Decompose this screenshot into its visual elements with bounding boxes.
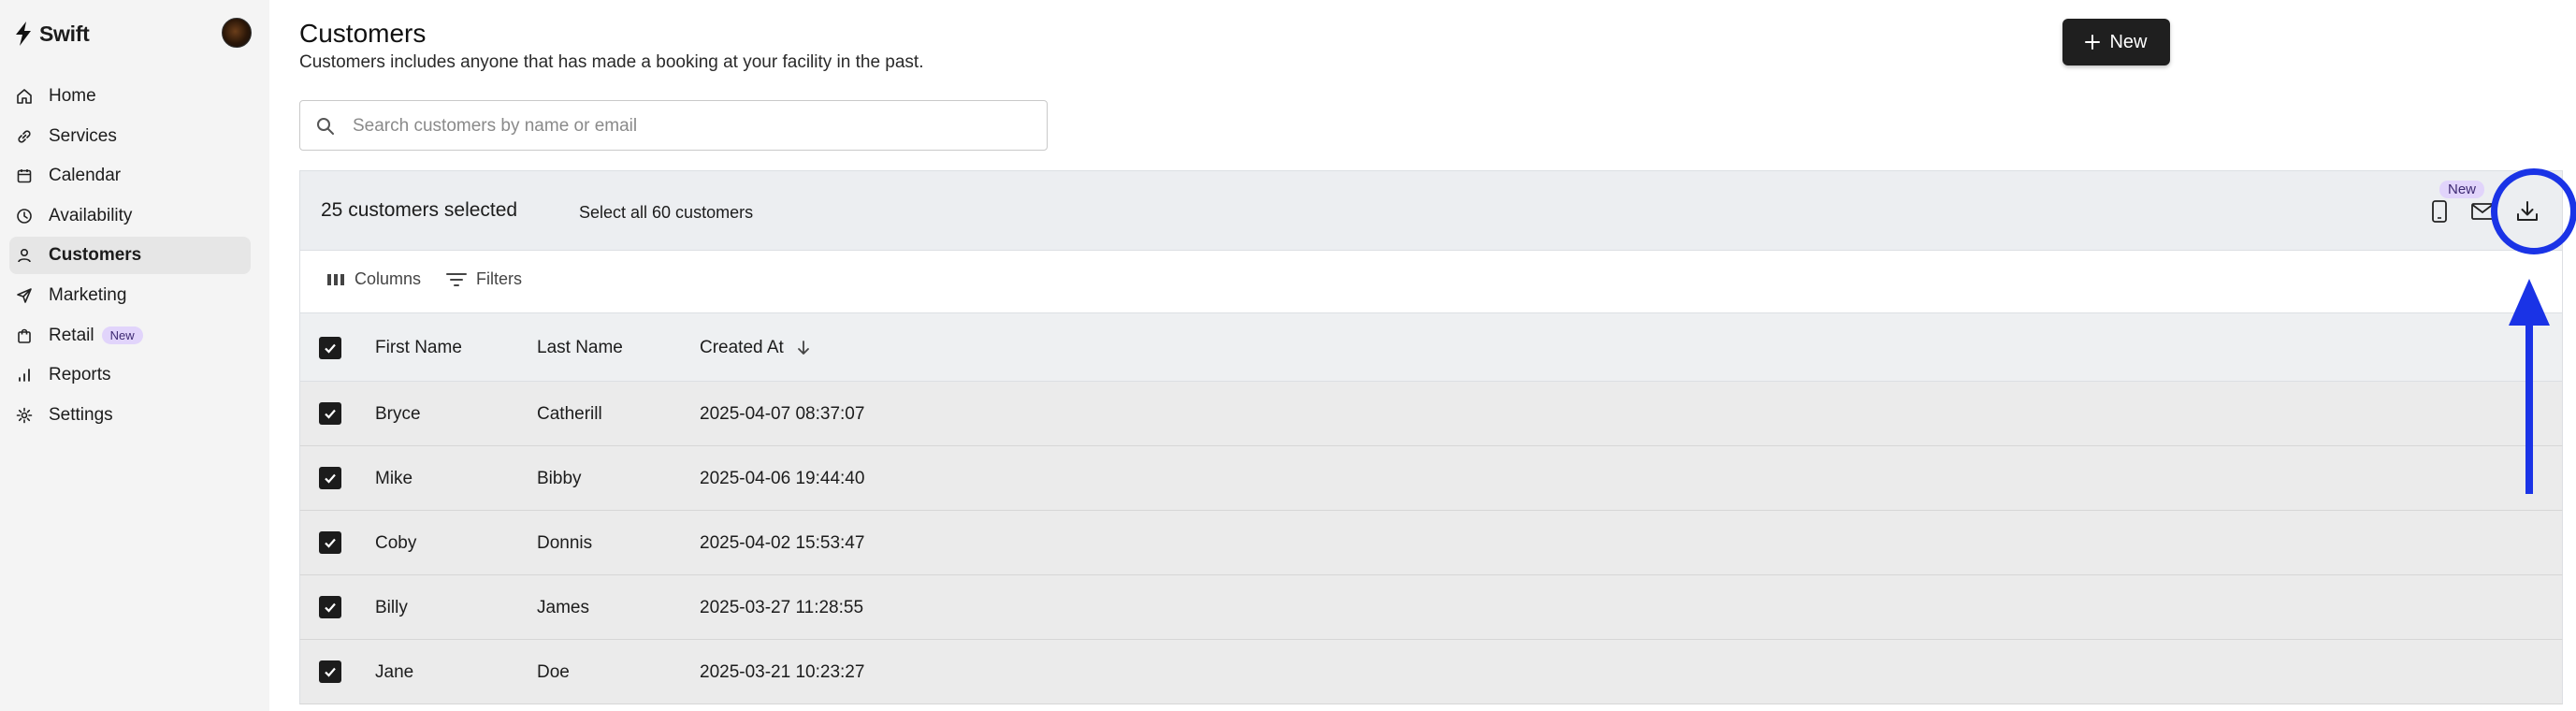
checkmark-icon [325,667,336,677]
brand[interactable]: Swift [13,21,90,47]
sidebar-item-label: Marketing [49,284,127,305]
columns-icon [327,273,344,285]
sidebar-item-availability[interactable]: Availability [9,197,251,235]
filter-icon [446,272,467,286]
sidebar-item-services[interactable]: Services [9,118,251,155]
filters-label: Filters [476,269,522,288]
sidebar-item-home[interactable]: Home [9,78,251,115]
table-row[interactable]: Jane Doe 2025-03-21 10:23:27 [299,640,2563,704]
select-all-checkbox[interactable] [319,337,341,359]
sidebar-item-reports[interactable]: Reports [9,356,251,394]
cell-first-name: Billy [375,598,408,617]
annotation-highlight-circle [2491,168,2576,254]
selection-bar: 25 customers selected Select all 60 cust… [299,170,2563,251]
brand-name: Swift [39,21,90,46]
link-icon [15,127,34,146]
checkmark-icon [325,473,336,484]
checkmark-icon [325,538,336,548]
send-icon [15,286,34,305]
page-subtitle: Customers includes anyone that has made … [299,52,924,72]
sidebar-item-label: Reports [49,365,111,385]
sidebar-item-label: Services [49,125,117,146]
cell-first-name: Jane [375,662,414,682]
cell-last-name: Doe [537,662,570,682]
checkmark-icon [325,409,336,419]
cell-created-at: 2025-04-07 08:37:07 [700,404,865,424]
swift-logo-icon [16,22,31,46]
row-checkbox[interactable] [319,660,341,683]
columns-label: Columns [355,269,422,288]
sidebar-item-label: Customers [49,245,142,266]
table-toolbar: Columns Filters [299,251,2563,312]
columns-button[interactable]: Columns [326,269,421,289]
new-feature-tag: New [2439,181,2485,198]
cell-first-name: Coby [375,533,417,553]
cell-last-name: Donnis [537,533,593,553]
plus-icon [2085,35,2101,50]
cell-last-name: Catherill [537,404,602,424]
table-row[interactable]: Billy James 2025-03-27 11:28:55 [299,575,2563,640]
cell-created-at: 2025-03-27 11:28:55 [700,598,864,617]
user-icon [15,246,34,265]
sidebar-nav: Home Services Calendar Availability Cust… [9,78,251,436]
shopping-bag-icon [15,326,34,345]
row-checkbox[interactable] [319,596,341,618]
sort-descending-icon[interactable] [796,340,811,356]
row-checkbox[interactable] [319,467,341,489]
column-header-first-name[interactable]: First Name [375,338,462,358]
phone-icon [2432,200,2447,223]
table-row[interactable]: Bryce Catherill 2025-04-07 08:37:07 [299,382,2563,446]
cell-created-at: 2025-03-21 10:23:27 [700,662,865,682]
sidebar-item-label: Availability [49,205,133,225]
new-customer-button[interactable]: New [2062,19,2170,65]
cell-created-at: 2025-04-06 19:44:40 [700,469,865,488]
sidebar-item-label: Settings [49,404,113,425]
search-input[interactable] [353,110,1026,142]
row-checkbox[interactable] [319,531,341,554]
home-icon [15,87,34,106]
search-icon [317,118,334,135]
checkmark-icon [325,343,336,354]
sms-action-button[interactable] [2425,197,2453,225]
table-row[interactable]: Mike Bibby 2025-04-06 19:44:40 [299,446,2563,511]
table-row[interactable]: Coby Donnis 2025-04-02 15:53:47 [299,511,2563,575]
sidebar-item-customers[interactable]: Customers [9,237,251,275]
page-title: Customers [299,19,427,48]
checkmark-icon [325,602,336,613]
sidebar-item-calendar[interactable]: Calendar [9,157,251,195]
sidebar: Swift Home Services Calendar Availabilit… [0,0,269,711]
gear-icon [15,406,34,425]
sidebar-item-settings[interactable]: Settings [9,397,251,434]
cell-first-name: Mike [375,469,413,488]
sidebar-item-label: Home [49,86,96,106]
clock-icon [15,207,34,225]
selected-count: 25 customers selected [321,199,518,221]
customers-table: First Name Last Name Created At Bryce Ca… [299,312,2563,704]
new-badge: New [101,326,143,345]
sidebar-item-retail[interactable]: Retail New [9,317,251,355]
column-header-created-at[interactable]: Created At [700,338,811,358]
table-header: First Name Last Name Created At [299,312,2563,382]
row-checkbox[interactable] [319,402,341,425]
calendar-icon [15,167,34,185]
cell-last-name: Bibby [537,469,582,488]
column-header-last-name[interactable]: Last Name [537,338,623,358]
select-all-link[interactable]: Select all 60 customers [579,203,753,223]
search-box [299,100,1048,151]
cell-created-at: 2025-04-02 15:53:47 [700,533,865,553]
cell-first-name: Bryce [375,404,421,424]
new-button-label: New [2109,31,2148,52]
sidebar-item-label: Calendar [49,166,122,186]
filters-button[interactable]: Filters [446,269,522,289]
cell-last-name: James [537,598,589,617]
sidebar-item-marketing[interactable]: Marketing [9,277,251,314]
column-header-label: Created At [700,338,784,357]
sidebar-item-label: Retail [49,325,94,345]
bar-chart-icon [15,366,34,385]
avatar[interactable] [222,18,252,48]
annotation-arrow-icon [2509,279,2550,494]
